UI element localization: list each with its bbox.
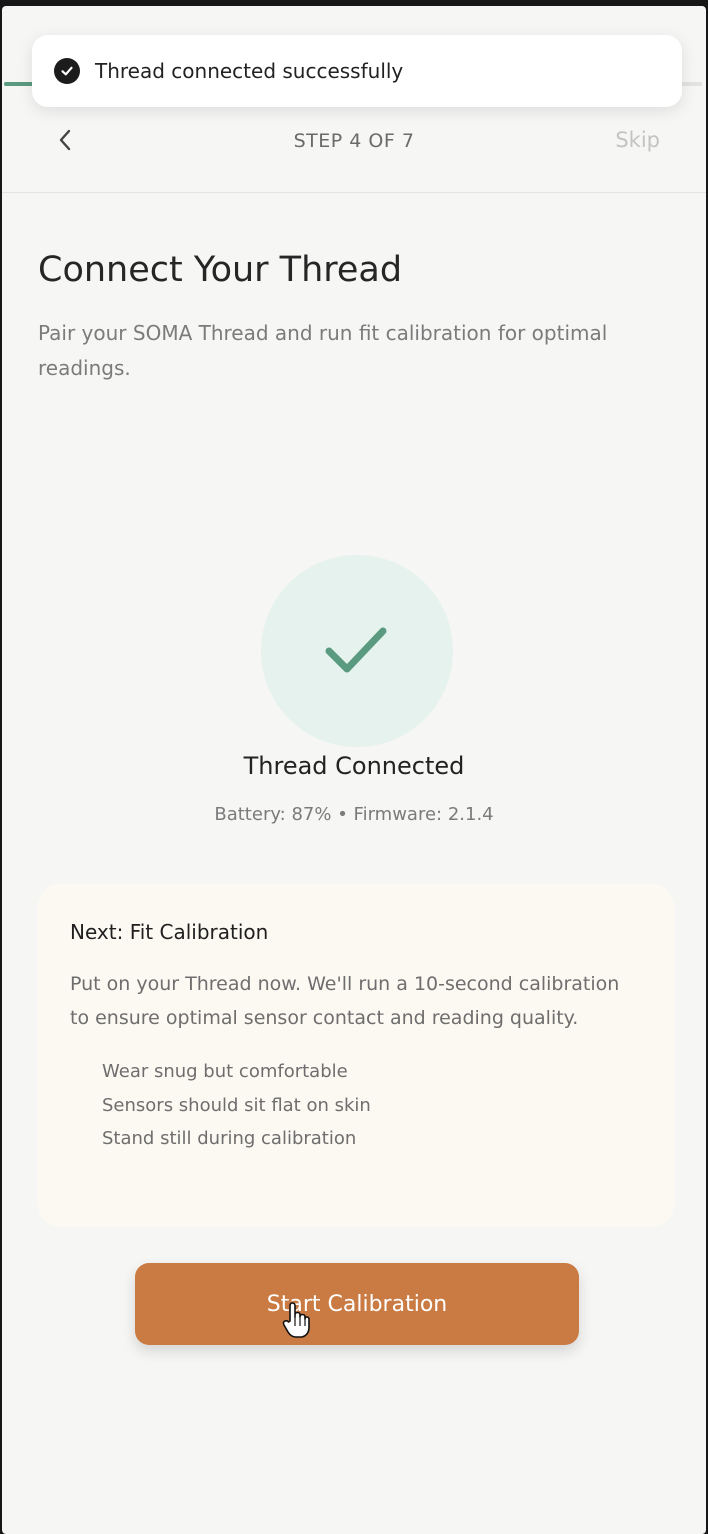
skip-button[interactable]: Skip [615, 128, 660, 152]
card-body: Put on your Thread now. We'll run a 10-s… [70, 973, 620, 1029]
success-badge [261, 555, 453, 747]
page-subtitle: Pair your SOMA Thread and run fit calibr… [38, 321, 608, 380]
tips-list: Wear snug but comfortable Sensors should… [70, 1055, 642, 1156]
top-nav: STEP 4 OF 7 Skip [2, 106, 706, 193]
device-info: Battery: 87% • Firmware: 2.1.4 [214, 804, 494, 825]
step-indicator: STEP 4 OF 7 [293, 130, 415, 152]
tip-item: Wear snug but comfortable [102, 1061, 348, 1082]
tip-item: Stand still during calibration [102, 1128, 357, 1149]
connection-status-title: Thread Connected [243, 752, 465, 780]
calibration-info-card: Next: Fit Calibration Put on your Thread… [38, 884, 674, 1227]
start-calibration-button[interactable]: Start Calibration [135, 1263, 579, 1345]
page-title: Connect Your Thread [38, 250, 403, 290]
card-title: Next: Fit Calibration [70, 920, 269, 944]
check-icon [325, 627, 387, 673]
tip-item: Sensors should sit flat on skin [102, 1094, 371, 1116]
check-circle-icon [54, 58, 80, 84]
success-toast: Thread connected successfully [32, 35, 682, 107]
toast-message: Thread connected successfully [95, 59, 404, 83]
